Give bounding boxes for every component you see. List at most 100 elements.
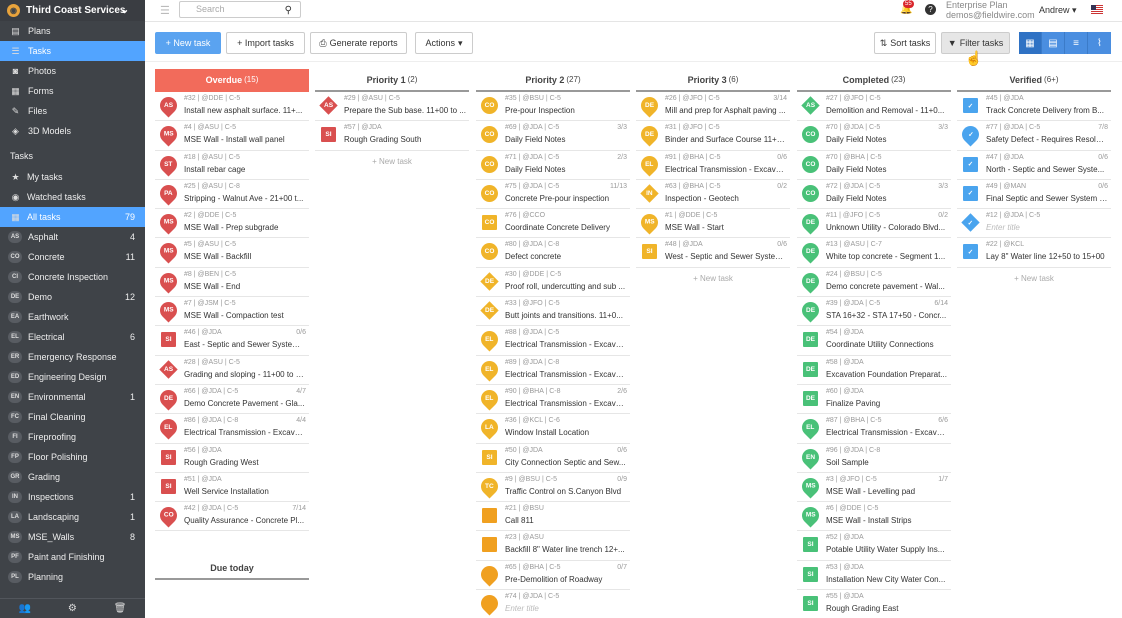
task-card[interactable]: ✓ #77 | @JDA | C-5 7/8 Safety Defect - Requ… — [957, 121, 1111, 151]
task-card[interactable]: CO #75 | @JDA | C-5 11/13 Concrete Pre-pour… — [476, 180, 630, 210]
trash-icon[interactable]: 🗑 — [114, 603, 127, 614]
task-card[interactable]: ✓ #49 | @MAN 0/6 Final Septic and Sewer Sys… — [957, 180, 1111, 210]
task-card[interactable]: PA #25 | @ASU | C-8 Stripping - Walnut Ave… — [155, 180, 309, 210]
task-card[interactable]: SI #50 | @JDA 0/6 City Connection Septic an… — [476, 444, 630, 473]
sidebar-filter-watched-tasks[interactable]: ◉ Watched tasks — [0, 187, 145, 207]
task-card[interactable]: #21 | @BSU Call 811 — [476, 502, 630, 532]
task-card[interactable]: DE #13 | @ASU | C-7 White top concrete - S… — [797, 238, 951, 268]
task-card[interactable]: #74 | @JDA | C-5 Enter title — [476, 590, 630, 618]
task-card[interactable]: DE #54 | @JDA Coordinate Utility Connectio… — [797, 326, 951, 356]
task-card[interactable]: CO #70 | @JDA | C-5 3/3 Daily Field Notes — [797, 121, 951, 151]
task-card[interactable]: CO #42 | @JDA | C-5 7/14 Quality Assurance … — [155, 502, 309, 532]
sidebar-category-planning[interactable]: PL Planning — [0, 567, 145, 587]
hamburger-icon[interactable]: ☰ — [160, 4, 170, 17]
sidebar-category-fireproofing[interactable]: FI Fireproofing — [0, 427, 145, 447]
sidebar-category-earthwork[interactable]: EA Earthwork — [0, 307, 145, 327]
task-card[interactable]: DE #66 | @JDA | C-5 4/7 Demo Concrete Pavem… — [155, 385, 309, 415]
task-card[interactable]: ST #18 | @ASU | C-5 Install rebar cage — [155, 151, 309, 180]
task-card[interactable]: MS #4 | @ASU | C-5 MSE Wall - Install wall… — [155, 121, 309, 151]
task-card[interactable]: SI #48 | @JDA 0/6 West - Septic and Sewer S… — [636, 238, 790, 268]
task-card[interactable]: DE #33 | @JFO | C-5 Butt joints and transi… — [476, 297, 630, 327]
task-card[interactable]: CO #69 | @JDA | C-5 3/3 Daily Field Notes — [476, 121, 630, 151]
task-card[interactable]: MS #5 | @ASU | C-5 MSE Wall - Backfill — [155, 238, 309, 268]
sidebar-category-paint-and-finishing[interactable]: PF Paint and Finishing — [0, 547, 145, 567]
task-card[interactable]: ✓ #47 | @JDA 0/6 North - Septic and Sewer S… — [957, 151, 1111, 180]
sidebar-category-concrete-inspection[interactable]: CI Concrete Inspection — [0, 267, 145, 287]
task-card[interactable]: #23 | @ASU Backfill 8" Water line trench … — [476, 531, 630, 561]
task-card[interactable]: MS #8 | @BEN | C-5 MSE Wall - End — [155, 268, 309, 298]
new-task-link[interactable]: + New task — [315, 151, 469, 173]
sidebar-category-electrical[interactable]: EL Electrical 6 — [0, 327, 145, 347]
board-view-icon[interactable]: ▦ — [1019, 32, 1042, 54]
task-card[interactable]: DE #26 | @JFO | C-5 3/14 Mill and prep for … — [636, 92, 790, 122]
task-card[interactable]: MS #3 | @JFO | C-5 1/7 MSE Wall - Levelling… — [797, 473, 951, 503]
task-card[interactable]: SI #55 | @JDA Rough Grading East — [797, 590, 951, 618]
task-card[interactable]: EL #87 | @BHA | C-5 6/6 Electrical Transmis… — [797, 414, 951, 444]
task-card[interactable]: MS #6 | @DDE | C-5 MSE Wall - Install Stri… — [797, 502, 951, 532]
task-card[interactable]: ✓ #22 | @KCL Lay 8" Water line 12+50 to 15… — [957, 238, 1111, 268]
generate-reports-button[interactable]: ⎙ Generate reports — [310, 32, 407, 54]
sidebar-category-emergency-response[interactable]: ER Emergency Response — [0, 347, 145, 367]
sidebar-nav-files[interactable]: ✎ Files — [0, 101, 145, 121]
task-card[interactable]: EL #91 | @BHA | C-5 0/6 Electrical Transmis… — [636, 151, 790, 180]
task-card[interactable]: CO #80 | @JDA | C-8 Defect concrete — [476, 238, 630, 268]
task-card[interactable]: EL #86 | @JDA | C-8 4/4 Electrical Transmis… — [155, 414, 309, 444]
us-flag-icon[interactable] — [1091, 5, 1103, 14]
column-header[interactable]: Priority 1 (2) — [315, 69, 469, 92]
task-card[interactable]: CO #35 | @BSU | C-5 Pre-pour Inspection — [476, 92, 630, 122]
task-card[interactable]: SI #57 | @JDA Rough Grading South — [315, 121, 469, 151]
import-tasks-button[interactable]: + Import tasks — [226, 32, 305, 54]
task-card[interactable]: AS #27 | @JFO | C-5 Demolition and Removal… — [797, 92, 951, 122]
sidebar-filter-my-tasks[interactable]: ★ My tasks — [0, 167, 145, 187]
search-input[interactable]: Search ⚲ — [179, 1, 301, 18]
sidebar-category-concrete[interactable]: CO Concrete 11 — [0, 247, 145, 267]
due-today-header[interactable]: Due today — [155, 558, 309, 580]
sidebar-filter-all-tasks[interactable]: ▦ All tasks 79 — [0, 207, 145, 227]
task-card[interactable]: SI #46 | @JDA 0/6 East - Septic and Sewer S… — [155, 326, 309, 356]
task-card[interactable]: SI #51 | @JDA Well Service Installation — [155, 473, 309, 503]
sidebar-category-asphalt[interactable]: AS Asphalt 4 — [0, 227, 145, 247]
sidebar-category-demo[interactable]: DE Demo 12 — [0, 287, 145, 307]
task-card[interactable]: ✓ #45 | @JDA Track Concrete Delivery from … — [957, 92, 1111, 122]
sidebar-nav-plans[interactable]: ▤ Plans — [0, 21, 145, 41]
chevron-down-icon[interactable]: ⌄ — [120, 3, 129, 16]
calendar-view-icon[interactable]: ▤ — [1042, 32, 1065, 54]
task-card[interactable]: AS #29 | @ASU | C-5 Prepare the Sub base. … — [315, 92, 469, 122]
sidebar-category-environmental[interactable]: EN Environmental 1 — [0, 387, 145, 407]
task-card[interactable]: TC #9 | @BSU | C-5 0/9 Traffic Control on S… — [476, 473, 630, 503]
task-card[interactable]: CO #76 | @CCO Coordinate Concrete Delivery — [476, 209, 630, 239]
help-icon[interactable]: ? — [925, 4, 936, 15]
task-card[interactable]: MS #2 | @DDE | C-5 MSE Wall - Prep subgrad… — [155, 209, 309, 239]
user-menu[interactable]: Andrew ▾ — [1039, 5, 1077, 16]
task-card[interactable]: EL #88 | @JDA | C-5 Electrical Transmissio… — [476, 326, 630, 356]
sidebar-category-final-cleaning[interactable]: FC Final Cleaning — [0, 407, 145, 427]
task-card[interactable]: DE #58 | @JDA Excavation Foundation Prepar… — [797, 356, 951, 385]
task-card[interactable]: SI #53 | @JDA Installation New City Water … — [797, 561, 951, 591]
people-icon[interactable]: 👥 — [18, 603, 30, 614]
sidebar-category-grading[interactable]: GR Grading — [0, 467, 145, 487]
task-card[interactable]: #65 | @BHA | C-5 0/7 Pre-Demolition of Roa… — [476, 561, 630, 591]
task-card[interactable]: DE #60 | @JDA Finalize Paving — [797, 385, 951, 415]
gantt-view-icon[interactable]: ≡ — [1065, 32, 1088, 54]
sidebar-category-engineering-design[interactable]: ED Engineering Design — [0, 367, 145, 387]
task-card[interactable]: SI #52 | @JDA Potable Utility Water Supply… — [797, 531, 951, 561]
sidebar-category-inspections[interactable]: IN Inspections 1 — [0, 487, 145, 507]
sidebar-nav-tasks[interactable]: ☰ Tasks — [0, 41, 145, 61]
task-card[interactable]: EL #89 | @JDA | C-8 Electrical Transmissio… — [476, 356, 630, 385]
task-card[interactable]: MS #7 | @JSM | C-5 MSE Wall - Compaction t… — [155, 297, 309, 327]
task-card[interactable]: DE #30 | @DDE | C-5 Proof roll, undercutti… — [476, 268, 630, 298]
column-header[interactable]: Overdue (15) — [155, 69, 309, 92]
sidebar-nav-photos[interactable]: ◙ Photos — [0, 61, 145, 81]
task-card[interactable]: MS #1 | @DDE | C-5 MSE Wall - Start — [636, 209, 790, 239]
org-switcher[interactable]: ◉ Third Coast Services ⌄ — [0, 0, 145, 21]
sidebar-nav-3d-models[interactable]: ◈ 3D Models — [0, 121, 145, 141]
task-card[interactable]: LA #36 | @KCL | C-6 Window Install Locatio… — [476, 414, 630, 444]
task-card[interactable]: AS #32 | @DDE | C-5 Install new asphalt su… — [155, 92, 309, 122]
new-task-button[interactable]: + New task — [155, 32, 221, 54]
new-task-link[interactable]: + New task — [636, 268, 790, 290]
task-card[interactable]: SI #56 | @JDA Rough Grading West — [155, 444, 309, 473]
column-header[interactable]: Verified (6+) — [957, 69, 1111, 92]
column-header[interactable]: Priority 2 (27) — [476, 69, 630, 92]
sidebar-category-floor-polishing[interactable]: FP Floor Polishing — [0, 447, 145, 467]
task-card[interactable]: DE #31 | @JFO | C-5 Binder and Surface Cou… — [636, 121, 790, 151]
